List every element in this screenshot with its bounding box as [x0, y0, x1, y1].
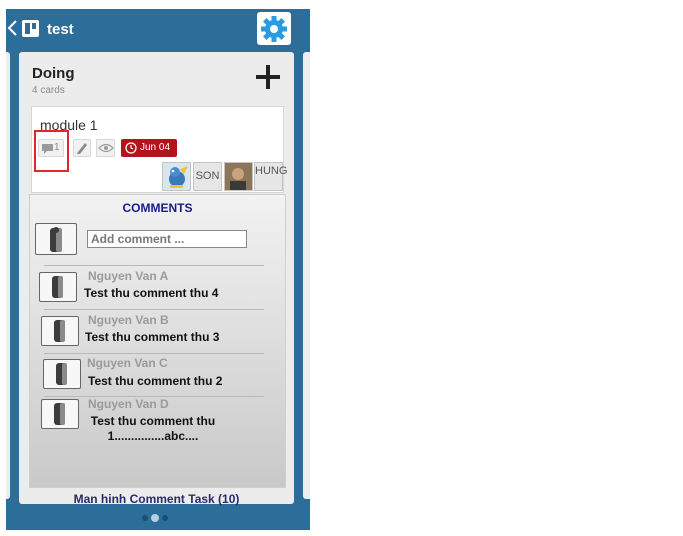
comment-avatar [43, 359, 81, 389]
page-dot[interactable] [162, 515, 168, 521]
comment-author: Nguyen Van A [88, 269, 169, 283]
next-list-edge[interactable] [303, 52, 310, 499]
person-silhouette-icon [54, 403, 65, 425]
comments-title: COMMENTS [122, 201, 193, 215]
page-dot-active[interactable] [151, 514, 159, 522]
card[interactable]: module 1 1 Jun 04 SON HUNG [31, 106, 287, 193]
due-date: Jun 04 [140, 142, 171, 153]
member-avatar[interactable] [224, 162, 253, 191]
comment-author: Nguyen Van C [87, 356, 168, 370]
clock-icon [125, 142, 137, 154]
previous-list-edge[interactable] [6, 52, 10, 499]
comment-author: Nguyen Van D [88, 397, 169, 411]
gear-icon [261, 16, 287, 42]
highlight-box [34, 130, 69, 172]
screen-caption: Man hinh Comment Task (10) [73, 492, 240, 506]
card-count: 4 cards [32, 85, 65, 96]
member-avatar[interactable]: HUNG [254, 162, 287, 191]
divider [44, 265, 264, 266]
action-bar: test [6, 9, 310, 49]
board-icon[interactable] [22, 20, 39, 37]
comment-text: Test thu comment thu 3 [85, 330, 220, 344]
list-title[interactable]: Doing [32, 65, 75, 82]
dragon-avatar-icon [169, 166, 188, 188]
list-column: Doing 4 cards module 1 1 Jun 04 SON HUNG… [19, 52, 294, 506]
board-title[interactable]: test [47, 21, 74, 38]
comment-text: Test thu comment thu 2 [88, 374, 223, 388]
divider [44, 353, 264, 354]
page-indicator [142, 514, 172, 522]
person-silhouette-icon [54, 320, 65, 342]
settings-button[interactable] [257, 12, 291, 45]
member-avatar[interactable] [162, 162, 191, 191]
comment-avatar [41, 316, 79, 346]
comments-panel: COMMENTS Nguyen Van A Test thu comment t… [29, 194, 286, 488]
photo-avatar-icon [225, 163, 252, 190]
person-silhouette-icon [52, 276, 63, 298]
due-date-badge[interactable]: Jun 04 [121, 139, 177, 157]
comment-author: Nguyen Van B [88, 313, 169, 327]
add-comment-input[interactable] [87, 230, 247, 248]
person-silhouette-icon [50, 227, 62, 252]
comment-avatar [39, 272, 77, 302]
eye-icon [98, 143, 114, 153]
add-card-button[interactable] [255, 64, 281, 90]
page-dot[interactable] [142, 515, 148, 521]
person-silhouette-icon [56, 363, 67, 385]
member-avatar[interactable]: SON [193, 162, 222, 191]
comment-text: Test thu comment thu 4 [84, 286, 219, 300]
chevron-left-icon[interactable] [7, 19, 19, 37]
current-user-avatar [35, 223, 77, 255]
phone-screen: test Doing 4 cards module 1 1 Jun 04 SON… [6, 9, 310, 530]
watch-button[interactable] [96, 139, 115, 157]
pencil-icon [77, 143, 87, 154]
comment-text: Test thu comment thu 1...............abc… [90, 414, 216, 443]
comment-avatar [41, 399, 79, 429]
divider [44, 309, 264, 310]
edit-button[interactable] [73, 139, 91, 157]
